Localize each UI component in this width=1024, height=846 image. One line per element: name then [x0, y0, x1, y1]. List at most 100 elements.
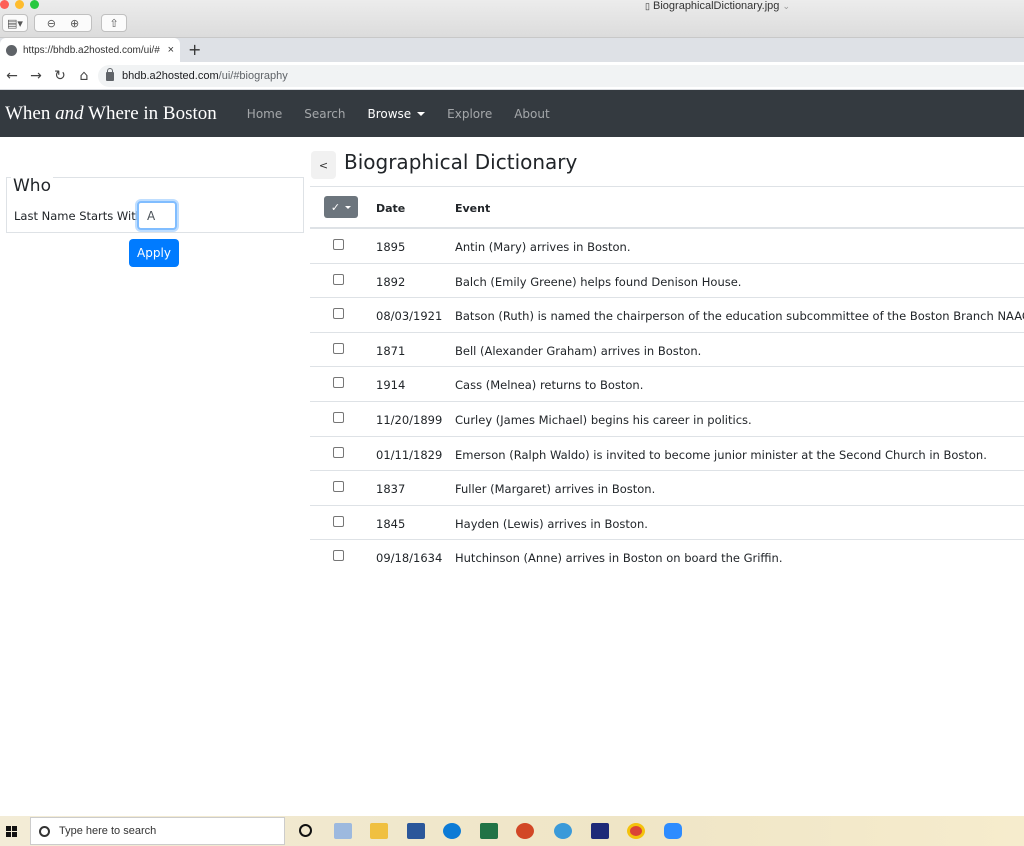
table-row[interactable]: 11/20/1899 Curley (James Michael) begins …: [310, 402, 1024, 437]
tab-title: https://bhdb.a2hosted.com/ui/#: [23, 44, 160, 56]
browser-toolbar: ← → ↻ ⌂ bhdb.a2hosted.com/ui/#biography: [0, 62, 1024, 90]
row-checkbox[interactable]: [333, 308, 344, 320]
edge-icon[interactable]: [443, 823, 461, 839]
sidebar-toggle-button[interactable]: ▤▾: [2, 14, 28, 32]
row-checkbox[interactable]: [333, 550, 344, 562]
windows-start-icon[interactable]: [6, 825, 17, 837]
excel-icon[interactable]: [480, 823, 498, 839]
lock-icon: [106, 67, 114, 81]
column-header-date[interactable]: Date: [376, 202, 405, 215]
row-event: Cass (Melnea) returns to Boston.: [455, 378, 644, 393]
row-checkbox[interactable]: [333, 342, 344, 354]
globe-icon: [6, 44, 17, 56]
table-header: ✓ Date Event: [310, 186, 1024, 229]
home-icon[interactable]: ⌂: [72, 68, 96, 84]
table-row[interactable]: 1871 Bell (Alexander Graham) arrives in B…: [310, 333, 1024, 368]
last-name-label: Last Name Starts With: [14, 209, 144, 223]
site-brand[interactable]: When and Where in Boston: [5, 103, 217, 125]
table-row[interactable]: 1837 Fuller (Margaret) arrives in Boston.: [310, 471, 1024, 506]
minimize-window-button[interactable]: [15, 0, 24, 9]
row-event: Fuller (Margaret) arrives in Boston.: [455, 482, 656, 497]
file-explorer-icon[interactable]: [370, 823, 388, 839]
back-arrow-icon[interactable]: ←: [0, 68, 24, 84]
row-checkbox[interactable]: [333, 239, 344, 250]
nav-browse-label: Browse: [367, 106, 412, 121]
table-row[interactable]: 1845 Hayden (Lewis) arrives in Boston.: [310, 506, 1024, 541]
row-date: 08/03/1921: [376, 309, 443, 324]
nav-home[interactable]: Home: [247, 107, 282, 121]
internet-explorer-icon[interactable]: [554, 823, 572, 839]
row-checkbox[interactable]: [333, 377, 344, 389]
zoom-in-icon[interactable]: ⊕: [70, 17, 79, 30]
reload-icon[interactable]: ↻: [48, 68, 72, 84]
app-icon[interactable]: [591, 823, 609, 839]
zoom-controls[interactable]: ⊖ ⊕: [34, 14, 92, 32]
caret-down-icon: [345, 205, 352, 209]
row-event: Hayden (Lewis) arrives in Boston.: [455, 516, 648, 531]
windows-taskbar: Type here to search: [0, 816, 1024, 846]
last-name-input[interactable]: [137, 201, 177, 230]
preview-title-bar: ▤▾ ⊖ ⊕ ⇧ ▯ BiographicalDictionary.jpg ⌄: [0, 0, 1024, 38]
row-date: 1895: [376, 240, 406, 254]
row-event: Balch (Emily Greene) helps found Denison…: [455, 274, 742, 289]
row-date: 1914: [376, 378, 406, 393]
cortana-icon[interactable]: [299, 824, 312, 837]
brand-emphasis: and: [55, 102, 84, 124]
chevron-down-icon[interactable]: ⌄: [782, 1, 790, 11]
site-navbar: When and Where in Boston Home Search Bro…: [0, 90, 1024, 137]
row-event: Emerson (Ralph Waldo) is invited to beco…: [455, 447, 987, 462]
table-row[interactable]: 09/18/1634 Hutchinson (Anne) arrives in B…: [310, 540, 1024, 575]
filter-legend: Who: [11, 176, 53, 196]
apply-button[interactable]: Apply: [129, 239, 179, 267]
brand-suffix: Where in Boston: [83, 102, 217, 124]
url-host: bhdb.a2hosted.com: [122, 70, 219, 82]
row-date: 1845: [376, 516, 406, 531]
close-tab-icon[interactable]: ×: [168, 44, 174, 56]
table-row[interactable]: 1914 Cass (Melnea) returns to Boston.: [310, 367, 1024, 402]
chrome-icon[interactable]: [627, 823, 645, 839]
table-row[interactable]: 01/11/1829 Emerson (Ralph Waldo) is invit…: [310, 437, 1024, 472]
address-bar[interactable]: bhdb.a2hosted.com/ui/#biography: [98, 65, 1024, 87]
dropbox-icon[interactable]: [334, 823, 352, 839]
who-filter-fieldset: Who Last Name Starts With: [6, 176, 304, 233]
document-icon: ▯: [645, 1, 650, 11]
word-icon[interactable]: [407, 823, 425, 839]
table-row[interactable]: 08/03/1921 Batson (Ruth) is named the cha…: [310, 298, 1024, 333]
taskbar-search-box[interactable]: Type here to search: [30, 817, 285, 845]
column-header-event[interactable]: Event: [455, 202, 490, 215]
select-dropdown-button[interactable]: ✓: [324, 196, 358, 218]
table-row[interactable]: 1895 Antin (Mary) arrives in Boston.: [310, 229, 1024, 264]
row-checkbox[interactable]: [333, 446, 344, 458]
window-title: ▯ BiographicalDictionary.jpg ⌄: [645, 0, 790, 12]
new-tab-button[interactable]: +: [188, 40, 201, 59]
row-date: 1837: [376, 482, 406, 497]
row-event: Bell (Alexander Graham) arrives in Bosto…: [455, 343, 702, 358]
row-event: Curley (James Michael) begins his career…: [455, 412, 752, 427]
browser-tab[interactable]: https://bhdb.a2hosted.com/ui/# ×: [0, 38, 180, 62]
window-title-text: BiographicalDictionary.jpg: [653, 0, 780, 12]
collapse-panel-button[interactable]: <: [311, 151, 336, 179]
row-date: 1871: [376, 343, 406, 358]
row-date: 01/11/1829: [376, 447, 443, 462]
nav-search[interactable]: Search: [304, 107, 345, 121]
row-checkbox[interactable]: [333, 515, 344, 527]
forward-arrow-icon[interactable]: →: [24, 68, 48, 84]
zoom-out-icon[interactable]: ⊖: [47, 17, 56, 30]
zoom-window-button[interactable]: [30, 0, 39, 9]
zoom-icon[interactable]: [664, 823, 682, 839]
row-checkbox[interactable]: [333, 481, 344, 493]
table-row[interactable]: 1892 Balch (Emily Greene) helps found Den…: [310, 264, 1024, 299]
nav-about[interactable]: About: [514, 107, 549, 121]
page-title: Biographical Dictionary: [344, 150, 578, 174]
close-window-button[interactable]: [0, 0, 9, 9]
biography-table: ✓ Date Event 1895 Antin (Mary) arrives in…: [310, 186, 1024, 575]
powerpoint-icon[interactable]: [516, 823, 534, 839]
share-button[interactable]: ⇧: [101, 14, 127, 32]
nav-explore[interactable]: Explore: [447, 107, 492, 121]
search-icon: [39, 825, 50, 837]
caret-down-icon: [417, 112, 426, 116]
row-checkbox[interactable]: [333, 411, 344, 423]
nav-browse[interactable]: Browse: [367, 106, 426, 121]
row-event: Antin (Mary) arrives in Boston.: [455, 240, 631, 254]
row-checkbox[interactable]: [333, 273, 344, 285]
